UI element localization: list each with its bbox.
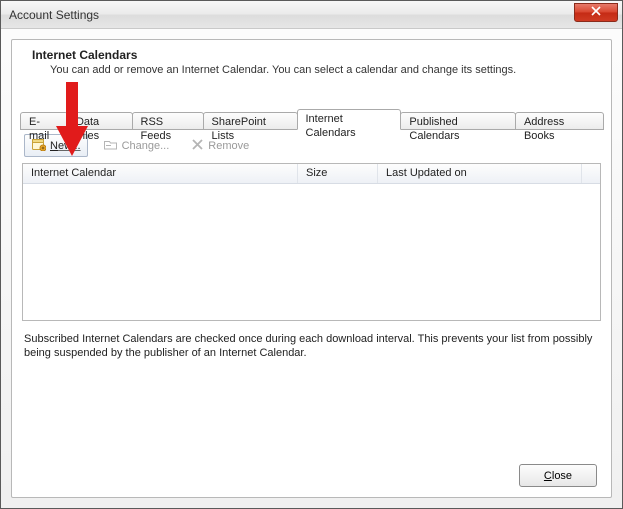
tab-label: Published Calendars xyxy=(409,116,459,142)
tab-sharepoint-lists[interactable]: SharePoint Lists xyxy=(203,112,298,130)
tab-data-files[interactable]: Data Files xyxy=(67,112,133,130)
tab-label: Internet Calendars xyxy=(306,113,356,139)
account-settings-dialog: Account Settings Internet Calendars You … xyxy=(0,0,623,509)
tab-internet-calendars[interactable]: Internet Calendars xyxy=(297,109,402,130)
page-description: You can add or remove an Internet Calend… xyxy=(32,64,591,82)
column-header-spacer xyxy=(582,164,600,183)
dialog-footer: Close xyxy=(519,464,597,487)
close-button[interactable]: Close xyxy=(519,464,597,487)
list-body[interactable] xyxy=(23,184,600,320)
help-text: Subscribed Internet Calendars are checke… xyxy=(12,327,611,361)
close-button-label: Close xyxy=(544,470,572,482)
tab-label: E-mail xyxy=(29,116,49,142)
calendar-list[interactable]: Internet Calendar Size Last Updated on xyxy=(22,163,601,321)
list-header: Internet Calendar Size Last Updated on xyxy=(23,164,600,184)
column-header-size[interactable]: Size xyxy=(298,164,378,183)
tab-rss-feeds[interactable]: RSS Feeds xyxy=(132,112,204,130)
header-block: Internet Calendars You can add or remove… xyxy=(12,40,611,88)
tab-email[interactable]: E-mail xyxy=(20,112,68,130)
tabs-row: E-mail Data Files RSS Feeds SharePoint L… xyxy=(12,108,611,130)
dialog-content: Internet Calendars You can add or remove… xyxy=(11,39,612,498)
remove-x-icon xyxy=(191,138,204,154)
titlebar: Account Settings xyxy=(1,1,622,29)
column-header-last-updated[interactable]: Last Updated on xyxy=(378,164,582,183)
tab-published-calendars[interactable]: Published Calendars xyxy=(400,112,516,130)
window-title: Account Settings xyxy=(9,8,99,22)
close-icon xyxy=(591,6,601,19)
folder-change-icon xyxy=(103,137,118,154)
page-title: Internet Calendars xyxy=(32,48,591,62)
tab-label: RSS Feeds xyxy=(141,116,172,142)
tab-label: Data Files xyxy=(76,116,99,142)
tab-address-books[interactable]: Address Books xyxy=(515,112,604,130)
window-close-button[interactable] xyxy=(574,3,618,22)
column-header-calendar[interactable]: Internet Calendar xyxy=(23,164,298,183)
